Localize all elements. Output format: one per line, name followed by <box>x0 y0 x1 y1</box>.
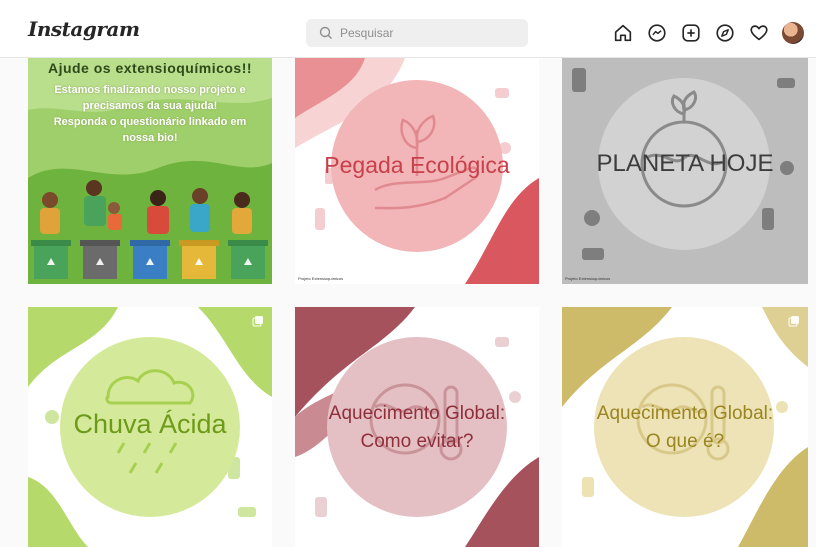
post-tile[interactable]: PLANETA HOJE Projeto Extensioquímicos <box>562 58 808 284</box>
profile-post-grid: Ajude os extensioquímicos!! Estamos fina… <box>28 58 808 547</box>
post-title: Aquecimento Global: <box>328 403 506 424</box>
post-title: Aquecimento Global: <box>596 403 774 424</box>
post-tile[interactable]: Chuva Ácida <box>28 307 272 547</box>
multiple-images-icon <box>252 316 263 327</box>
post-subtitle: Como evitar? <box>360 431 474 452</box>
post-tile[interactable]: Aquecimento Global: O que é? <box>562 307 808 547</box>
new-post-icon[interactable] <box>680 22 702 44</box>
post-title: PLANETA HOJE <box>596 150 774 177</box>
search-input[interactable]: Pesquisar <box>306 19 528 47</box>
post-tile[interactable]: Aquecimento Global: Como evitar? <box>295 307 539 547</box>
instagram-logo[interactable]: Instagram <box>28 17 140 41</box>
profile-avatar[interactable] <box>782 22 804 44</box>
post-title: Chuva Ácida <box>73 409 227 439</box>
home-icon[interactable] <box>612 22 634 44</box>
search-icon <box>319 26 332 39</box>
post-handle: Projeto Extensioquímicos <box>565 276 611 281</box>
post-text-line: Responda o questionário linkado em <box>53 116 247 128</box>
post-handle: Projeto Extensioquímicos <box>298 276 344 281</box>
post-text-line: nossa bio! <box>122 132 178 144</box>
activity-heart-icon[interactable] <box>748 22 770 44</box>
top-navigation-bar: Instagram Pesquisar <box>0 0 816 58</box>
post-subtitle: O que é? <box>645 431 725 452</box>
explore-icon[interactable] <box>714 22 736 44</box>
post-text-line: precisamos da sua ajuda! <box>82 100 218 112</box>
nav-icon-group <box>612 21 804 45</box>
post-tile[interactable]: Pegada Ecológica Projeto Extensioquímico… <box>295 58 539 284</box>
post-title: Pegada Ecológica <box>324 152 510 178</box>
messenger-icon[interactable] <box>646 22 668 44</box>
post-illustration <box>295 307 539 547</box>
post-tile[interactable]: Ajude os extensioquímicos!! Estamos fina… <box>28 58 272 284</box>
search-placeholder: Pesquisar <box>340 26 394 40</box>
multiple-images-icon <box>788 316 799 327</box>
post-illustration <box>562 307 808 547</box>
post-text-line: Estamos finalizando nosso projeto e <box>54 84 246 96</box>
post-headline: Ajude os extensioquímicos!! <box>47 60 253 76</box>
